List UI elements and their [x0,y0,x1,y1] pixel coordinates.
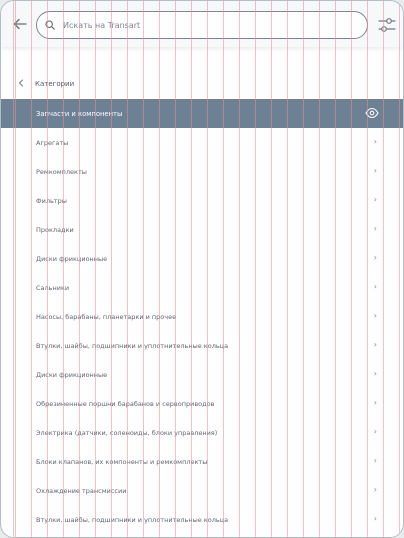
category-row[interactable]: Блоки клапанов, их компоненты и ремкомпл… [1,447,403,476]
chevron-right-icon: › [373,224,377,233]
filter-button[interactable] [377,15,397,35]
top-bar [1,1,403,47]
chevron-right-icon: › [373,340,377,349]
category-row[interactable]: Прокладки › [1,215,403,244]
search-box[interactable] [36,11,368,39]
back-button[interactable] [11,15,29,33]
chevron-right-icon: › [373,311,377,320]
category-label: Обрезиненные поршни барабанов и сервопри… [36,399,215,408]
category-label: Втулки, шайбы, подшипники и уплотнительн… [36,341,229,350]
category-label: Втулки, шайбы, подшипники и уплотнительн… [36,515,229,524]
app-frame: Категории Запчасти и компоненты Агрегаты… [0,0,404,538]
category-row[interactable]: Охлаждение трансмиссии › [1,476,403,505]
category-row[interactable]: Диски фрикционные › [1,244,403,273]
chevron-left-icon [18,79,28,89]
category-row[interactable]: Ремкомплекты › [1,157,403,186]
chevron-right-icon: › [373,137,377,146]
category-label: Блоки клапанов, их компоненты и ремкомпл… [36,457,208,466]
sliders-icon [378,18,396,32]
chevron-right-icon: › [373,369,377,378]
category-row[interactable]: Диски фрикционные › [1,360,403,389]
chevron-right-icon: › [373,166,377,175]
category-row[interactable]: Обрезиненные поршни барабанов и сервопри… [1,389,403,418]
category-label: Электрика (датчики, соленоиды, блоки упр… [36,428,218,437]
chevron-right-icon: › [373,485,377,494]
category-label: Ремкомплекты [36,167,87,176]
category-row[interactable]: Насосы, барабаны, планетарки и прочее › [1,302,403,331]
category-label: Охлаждение трансмиссии [36,486,127,495]
category-list: Запчасти и компоненты Агрегаты › Ремкомпл… [1,99,403,534]
category-row[interactable]: Агрегаты › [1,128,403,157]
category-row[interactable]: Сальники › [1,273,403,302]
arrow-left-icon [13,18,27,30]
category-label: Насосы, барабаны, планетарки и прочее [36,312,177,321]
breadcrumb-label: Категории [35,80,75,88]
category-label: Фильтры [36,196,67,205]
chevron-right-icon: › [373,282,377,291]
search-icon [45,20,55,30]
chevron-right-icon: › [373,398,377,407]
category-row[interactable]: Втулки, шайбы, подшипники и уплотнительн… [1,505,403,534]
category-label: Диски фрикционные [36,254,108,263]
category-label: Сальники [36,283,70,292]
category-row[interactable]: Фильтры › [1,186,403,215]
category-label: Диски фрикционные [36,370,108,379]
chevron-right-icon: › [373,456,377,465]
category-row-active[interactable]: Запчасти и компоненты [1,99,403,128]
category-row[interactable]: Втулки, шайбы, подшипники и уплотнительн… [1,331,403,360]
breadcrumb[interactable]: Категории [1,75,403,93]
chevron-right-icon: › [373,195,377,204]
eye-icon[interactable] [365,107,379,119]
category-row[interactable]: Электрика (датчики, соленоиды, блоки упр… [1,418,403,447]
category-label: Прокладки [36,225,74,234]
chevron-right-icon: › [373,427,377,436]
category-label: Запчасти и компоненты [36,109,123,118]
chevron-right-icon: › [373,253,377,262]
chevron-right-icon: › [373,514,377,523]
category-label: Агрегаты [36,138,69,147]
search-input[interactable] [61,19,345,31]
